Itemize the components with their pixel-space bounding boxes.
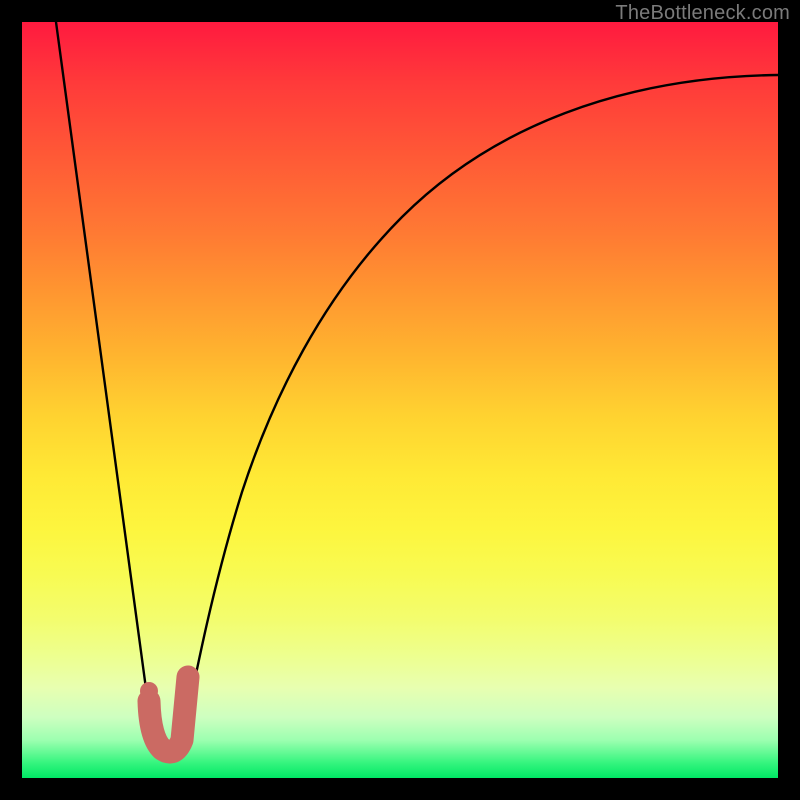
chart-frame: TheBottleneck.com [0, 0, 800, 800]
curve-left [56, 22, 154, 748]
watermark-text: TheBottleneck.com [615, 2, 790, 25]
chart-svg [22, 22, 778, 778]
curve-right [181, 75, 778, 748]
marker-j [140, 677, 188, 752]
curve-group [56, 22, 778, 748]
chart-plot-area [22, 22, 778, 778]
